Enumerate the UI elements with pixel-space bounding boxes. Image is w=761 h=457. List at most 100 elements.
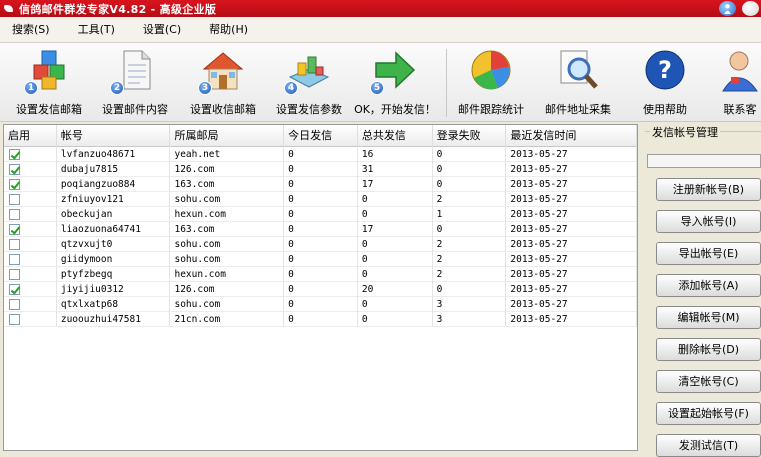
register-account-button[interactable]: 注册新帐号(B)	[656, 178, 761, 201]
table-row[interactable]: zuoouzhui47581 21cn.com 0 0 3 2013-05-27	[4, 312, 637, 327]
table-row[interactable]: ptyfzbegq hexun.com 0 0 2 2013-05-27	[4, 267, 637, 282]
col-account[interactable]: 帐号	[57, 125, 171, 147]
delete-account-button[interactable]: 删除帐号(D)	[656, 338, 761, 361]
col-total[interactable]: 总共发信	[358, 125, 433, 147]
table-row[interactable]: poqiangzuo884 163.com 0 17 0 2013-05-27	[4, 177, 637, 192]
account-cell: lvfanzuo48671	[57, 147, 171, 162]
today-cell: 0	[284, 282, 358, 297]
tool-label: 设置发信邮箱	[16, 103, 82, 116]
tool-mail-content[interactable]: 2 设置邮件内容	[92, 47, 178, 119]
account-cell: qtxlxatp68	[57, 297, 171, 312]
tool-mail-tracking[interactable]: 邮件跟踪统计	[448, 47, 534, 119]
table-row[interactable]: qtxlxatp68 sohu.com 0 0 3 2013-05-27	[4, 297, 637, 312]
fail-cell: 0	[433, 177, 507, 192]
enabled-checkbox[interactable]	[9, 299, 20, 310]
account-manage-panel: 发信帐号管理 注册新帐号(B) 导入帐号(I) 导出帐号(E) 添加帐号(A) …	[642, 124, 761, 457]
magnifier-icon	[555, 47, 601, 93]
enabled-cell	[4, 267, 57, 282]
import-account-button[interactable]: 导入帐号(I)	[656, 210, 761, 233]
total-cell: 0	[358, 297, 433, 312]
col-today[interactable]: 今日发信	[284, 125, 358, 147]
col-last-send[interactable]: 最近发信时间	[506, 125, 637, 147]
tool-sender-mailbox[interactable]: 1 设置发信邮箱	[6, 47, 92, 119]
table-row[interactable]: liaozuona64741 163.com 0 17 0 2013-05-27	[4, 222, 637, 237]
enabled-checkbox[interactable]	[9, 164, 20, 175]
enabled-checkbox[interactable]	[9, 314, 20, 325]
edit-account-button[interactable]: 编辑帐号(M)	[656, 306, 761, 329]
enabled-checkbox[interactable]	[9, 284, 20, 295]
export-account-button[interactable]: 导出帐号(E)	[656, 242, 761, 265]
server-cell: yeah.net	[170, 147, 285, 162]
table-row[interactable]: dubaju7815 126.com 0 31 0 2013-05-27	[4, 162, 637, 177]
tool-help[interactable]: ? 使用帮助	[622, 47, 708, 119]
enabled-checkbox[interactable]	[9, 239, 20, 250]
menu-settings[interactable]: 设置(C)	[137, 20, 187, 40]
help-icon: ?	[642, 47, 688, 93]
tool-label: 邮件跟踪统计	[458, 103, 524, 116]
server-cell: 21cn.com	[170, 312, 285, 327]
today-cell: 0	[284, 312, 358, 327]
table-row[interactable]: giidymoon sohu.com 0 0 2 2013-05-27	[4, 252, 637, 267]
table-row[interactable]: qtzvxujt0 sohu.com 0 0 2 2013-05-27	[4, 237, 637, 252]
today-cell: 0	[284, 177, 358, 192]
tool-label: 使用帮助	[643, 103, 687, 116]
table-row[interactable]: lvfanzuo48671 yeah.net 0 16 0 2013-05-27	[4, 147, 637, 162]
enabled-checkbox[interactable]	[9, 179, 20, 190]
menu-tools[interactable]: 工具(T)	[72, 20, 121, 40]
enabled-checkbox[interactable]	[9, 254, 20, 265]
tool-send-params[interactable]: 4 设置发信参数	[266, 47, 352, 119]
col-enabled[interactable]: 启用	[4, 125, 57, 147]
account-cell: poqiangzuo884	[57, 177, 171, 192]
clear-accounts-button[interactable]: 清空帐号(C)	[656, 370, 761, 393]
set-start-account-button[interactable]: 设置起始帐号(F)	[656, 402, 761, 425]
table-row[interactable]: zfniuyov121 sohu.com 0 0 2 2013-05-27	[4, 192, 637, 207]
enabled-cell	[4, 222, 57, 237]
last-cell: 2013-05-27	[506, 237, 637, 252]
menu-help[interactable]: 帮助(H)	[203, 20, 254, 40]
add-account-button[interactable]: 添加帐号(A)	[656, 274, 761, 297]
table-row[interactable]: jiyijiu0312 126.com 0 20 0 2013-05-27	[4, 282, 637, 297]
house-icon: 3	[198, 47, 246, 95]
fail-cell: 2	[433, 192, 507, 207]
server-cell: sohu.com	[170, 252, 285, 267]
tool-contact[interactable]: 联系客	[710, 47, 761, 119]
last-cell: 2013-05-27	[506, 312, 637, 327]
tool-recipient-mailbox[interactable]: 3 设置收信邮箱	[180, 47, 266, 119]
enabled-checkbox[interactable]	[9, 224, 20, 235]
server-cell: sohu.com	[170, 237, 285, 252]
table-row[interactable]: obeckujan hexun.com 0 0 1 2013-05-27	[4, 207, 637, 222]
server-cell: 126.com	[170, 282, 285, 297]
server-cell: hexun.com	[170, 267, 285, 282]
last-cell: 2013-05-27	[506, 162, 637, 177]
today-cell: 0	[284, 207, 358, 222]
svg-text:?: ?	[658, 56, 672, 84]
step-number: 2	[110, 81, 124, 95]
tool-address-collect[interactable]: 邮件地址采集	[535, 47, 621, 119]
enabled-checkbox[interactable]	[9, 194, 20, 205]
enabled-cell	[4, 252, 57, 267]
enabled-checkbox[interactable]	[9, 209, 20, 220]
step-number: 4	[284, 81, 298, 95]
last-cell: 2013-05-27	[506, 267, 637, 282]
minimize-button[interactable]	[742, 1, 759, 16]
total-cell: 0	[358, 237, 433, 252]
col-fail[interactable]: 登录失败	[433, 125, 507, 147]
enabled-cell	[4, 207, 57, 222]
last-cell: 2013-05-27	[506, 297, 637, 312]
send-test-mail-button[interactable]: 发测试信(T)	[656, 434, 761, 457]
table-body: lvfanzuo48671 yeah.net 0 16 0 2013-05-27 dubaj…	[4, 147, 637, 327]
total-cell: 17	[358, 222, 433, 237]
col-server[interactable]: 所属邮局	[170, 125, 285, 147]
menu-search[interactable]: 搜索(S)	[6, 20, 56, 40]
total-cell: 0	[358, 267, 433, 282]
enabled-cell	[4, 147, 57, 162]
server-cell: hexun.com	[170, 207, 285, 222]
enabled-checkbox[interactable]	[9, 269, 20, 280]
last-cell: 2013-05-27	[506, 192, 637, 207]
enabled-checkbox[interactable]	[9, 149, 20, 160]
tool-label: 设置发信参数	[276, 103, 342, 116]
total-cell: 0	[358, 207, 433, 222]
help-icon[interactable]	[719, 1, 736, 16]
account-cell: qtzvxujt0	[57, 237, 171, 252]
tool-start-sending[interactable]: 5 OK，开始发信！	[352, 47, 438, 119]
